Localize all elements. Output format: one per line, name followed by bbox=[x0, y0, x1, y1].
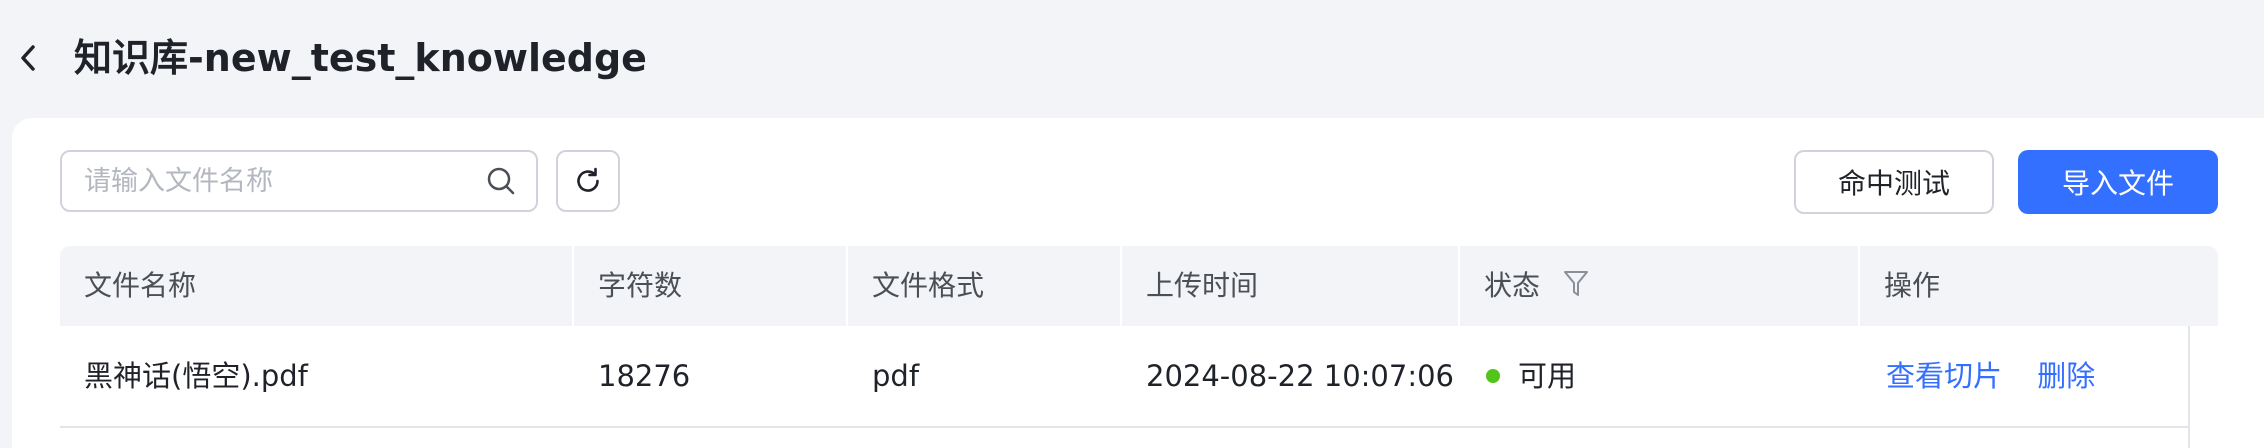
search-input[interactable] bbox=[84, 152, 464, 210]
column-divider bbox=[1120, 246, 1122, 326]
search-box[interactable] bbox=[60, 150, 538, 212]
status-dot bbox=[1486, 369, 1500, 383]
table-header: 文件名称 字符数 文件格式 上传时间 状态 操作 bbox=[60, 246, 2218, 326]
column-header-status: 状态 bbox=[1484, 246, 1589, 326]
file-table: 文件名称 字符数 文件格式 上传时间 状态 操作 黑神话(悟空).pdf 182… bbox=[60, 246, 2218, 448]
status-label: 可用 bbox=[1518, 359, 1577, 393]
refresh-icon bbox=[577, 167, 599, 192]
column-divider bbox=[846, 246, 848, 326]
filter-icon[interactable] bbox=[1563, 269, 1589, 299]
page-header: 知识库-new_test_knowledge bbox=[0, 0, 2264, 118]
cell-file-name: 黑神话(悟空).pdf bbox=[84, 359, 308, 393]
column-header-char-count: 字符数 bbox=[598, 269, 683, 302]
column-header-status-label: 状态 bbox=[1484, 269, 1541, 302]
refresh-button[interactable] bbox=[556, 150, 620, 212]
content-card: 命中测试 导入文件 文件名称 字符数 文件格式 上传时间 状态 操作 黑神话(悟… bbox=[12, 118, 2264, 448]
view-chunks-link[interactable]: 查看切片 bbox=[1886, 359, 2002, 393]
page-title: 知识库-new_test_knowledge bbox=[74, 36, 647, 80]
cell-char-count: 18276 bbox=[598, 359, 691, 393]
column-header-file-format: 文件格式 bbox=[872, 269, 985, 302]
column-header-file-name: 文件名称 bbox=[84, 269, 197, 302]
chevron-left-icon bbox=[21, 45, 35, 71]
vertical-scrollbar[interactable] bbox=[2188, 326, 2218, 448]
table-row: 黑神话(悟空).pdf 18276 pdf 2024-08-22 10:07:0… bbox=[60, 326, 2188, 428]
cell-actions: 查看切片 删除 bbox=[1886, 326, 2095, 426]
cell-file-format: pdf bbox=[872, 359, 920, 393]
import-file-button[interactable]: 导入文件 bbox=[2018, 150, 2218, 214]
cell-status: 可用 bbox=[1486, 326, 1576, 426]
hit-test-button[interactable]: 命中测试 bbox=[1794, 150, 1994, 214]
back-button[interactable] bbox=[14, 40, 42, 76]
column-header-upload-time: 上传时间 bbox=[1146, 269, 1259, 302]
column-divider bbox=[1458, 246, 1460, 326]
column-divider bbox=[572, 246, 574, 326]
column-header-actions: 操作 bbox=[1884, 269, 1941, 302]
column-divider bbox=[1858, 246, 1860, 326]
delete-link[interactable]: 删除 bbox=[2037, 359, 2095, 393]
search-icon[interactable] bbox=[486, 166, 516, 196]
cell-upload-time: 2024-08-22 10:07:06 bbox=[1146, 359, 1454, 393]
